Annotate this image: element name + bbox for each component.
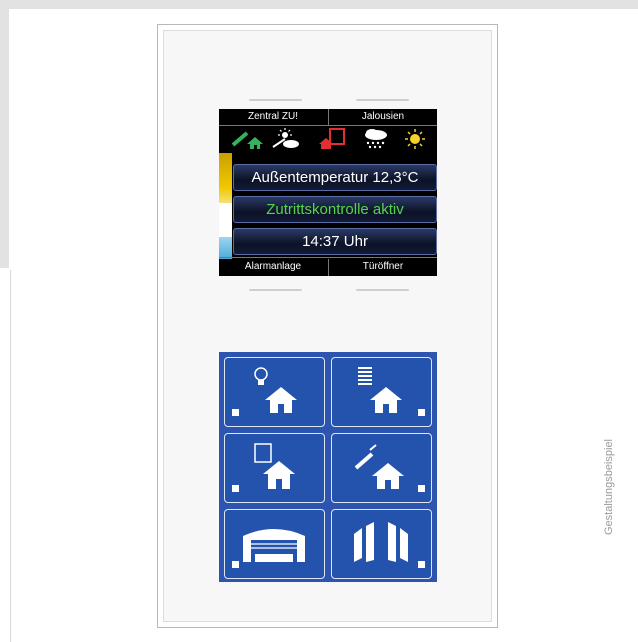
door-house-icon bbox=[254, 443, 295, 489]
caption-gestaltungsbeispiel: Gestaltungsbeispiel bbox=[603, 438, 615, 535]
blinds-key[interactable] bbox=[331, 357, 432, 427]
gate-key[interactable] bbox=[331, 509, 432, 579]
tab-separator bbox=[328, 109, 329, 125]
key-indicator bbox=[232, 409, 239, 416]
indicator-slot-bottom-right bbox=[356, 289, 409, 291]
key-indicator bbox=[418, 409, 425, 416]
snow-cloud-icon[interactable] bbox=[361, 128, 391, 150]
sun-icon[interactable] bbox=[403, 128, 427, 150]
tab-zentral-zu[interactable]: Zentral ZU! bbox=[219, 109, 327, 125]
temperature-bar: Außentemperatur 12,3°C bbox=[233, 164, 437, 191]
background-band-top bbox=[0, 0, 638, 9]
touch-display: Zentral ZU! Jalousien Außentemperatur 12… bbox=[219, 109, 437, 276]
tab-jalousien[interactable]: Jalousien bbox=[329, 109, 437, 125]
light-key[interactable] bbox=[224, 357, 325, 427]
gate-icon bbox=[354, 522, 408, 562]
blinds-house-icon bbox=[358, 367, 402, 413]
background-band-left bbox=[0, 0, 9, 268]
window-house-icon bbox=[354, 444, 404, 489]
tab-tueroeffner[interactable]: Türöffner bbox=[329, 259, 437, 275]
key-indicator bbox=[232, 485, 239, 492]
access-status-bar: Zutrittskontrolle aktiv bbox=[233, 196, 437, 223]
garage-key[interactable] bbox=[224, 509, 325, 579]
indicator-slot-bottom-left bbox=[249, 289, 302, 291]
key-indicator bbox=[418, 485, 425, 492]
time-bar: 14:37 Uhr bbox=[233, 228, 437, 255]
status-icon-row bbox=[219, 126, 437, 150]
indicator-slot-top-left bbox=[249, 99, 302, 101]
key-indicator bbox=[418, 561, 425, 568]
tab-divider-bottom bbox=[219, 257, 437, 258]
level-stripe-blue bbox=[219, 237, 232, 259]
keypad bbox=[219, 352, 437, 582]
key-indicator bbox=[232, 561, 239, 568]
level-stripe-yellow bbox=[219, 153, 232, 203]
door-key[interactable] bbox=[224, 433, 325, 503]
window-open-house-icon[interactable] bbox=[229, 128, 263, 150]
background-divider bbox=[10, 270, 11, 642]
tab-alarmanlage[interactable]: Alarmanlage bbox=[219, 259, 327, 275]
garage-icon bbox=[243, 529, 305, 562]
tab-separator-bottom bbox=[328, 259, 329, 276]
sun-cloud-icon[interactable] bbox=[271, 128, 303, 150]
window-key[interactable] bbox=[331, 433, 432, 503]
indicator-slot-top-right bbox=[356, 99, 409, 101]
door-house-icon[interactable] bbox=[317, 128, 347, 150]
light-bulb-house-icon bbox=[254, 367, 297, 413]
level-stripe-white bbox=[219, 203, 232, 237]
